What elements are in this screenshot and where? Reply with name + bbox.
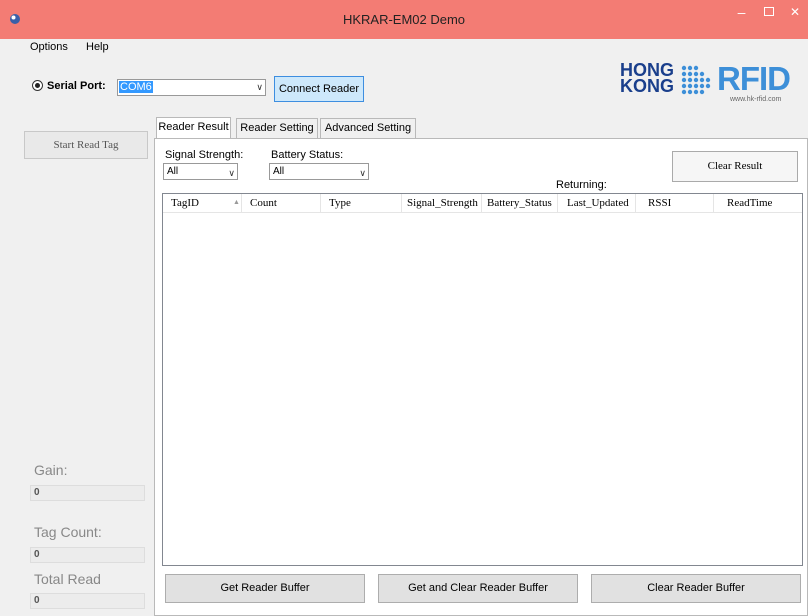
logo-url: www.hk-rfid.com (730, 96, 782, 103)
sort-ascending-icon: ▲ (233, 199, 240, 206)
battery-status-select[interactable]: All ∨ (269, 163, 369, 180)
maximize-button[interactable] (755, 2, 782, 22)
connect-reader-button[interactable]: Connect Reader (274, 76, 364, 102)
menu-help[interactable]: Help (86, 41, 109, 53)
tab-reader-setting[interactable]: Reader Setting (236, 118, 318, 138)
signal-strength-select[interactable]: All ∨ (163, 163, 238, 180)
signal-strength-label: Signal Strength: (165, 149, 244, 161)
tag-count-field: 0 (30, 547, 145, 563)
window-title: HKRAR-EM02 Demo (342, 12, 466, 27)
signal-strength-value: All (167, 166, 179, 177)
tag-count-label: Tag Count: (34, 524, 102, 540)
tab-advanced-setting[interactable]: Advanced Setting (320, 118, 416, 138)
logo-line2: KONG (620, 76, 674, 96)
chevron-down-icon: ∨ (359, 168, 366, 178)
battery-status-value: All (273, 166, 285, 177)
get-reader-buffer-button[interactable]: Get Reader Buffer (165, 574, 365, 603)
battery-status-label: Battery Status: (271, 149, 344, 161)
maximize-icon (763, 7, 774, 16)
serial-port-select[interactable]: COM6 ∨ (117, 79, 266, 96)
column-header-readtime[interactable]: ReadTime (727, 197, 772, 209)
minimize-button[interactable]: – (728, 2, 755, 22)
clear-result-button[interactable]: Clear Result (672, 151, 798, 182)
logo-brand: RFID (717, 60, 791, 97)
gain-field: 0 (30, 485, 145, 501)
column-header-battery-status[interactable]: Battery_Status (487, 197, 552, 209)
total-read-label: Total Read (34, 571, 101, 587)
serial-port-label: Serial Port: (47, 80, 106, 92)
tag-results-table[interactable]: TagID ▲ Count Type Signal_Strength Batte… (162, 193, 803, 566)
rfid-dots-icon (681, 65, 711, 95)
chevron-down-icon: ∨ (228, 168, 235, 178)
column-header-rssi[interactable]: RSSI (648, 197, 671, 209)
total-read-field: 0 (30, 593, 145, 609)
title-bar: HKRAR-EM02 Demo – ✕ (0, 0, 808, 39)
get-and-clear-reader-buffer-button[interactable]: Get and Clear Reader Buffer (378, 574, 578, 603)
table-header: TagID ▲ Count Type Signal_Strength Batte… (163, 194, 802, 213)
returning-label: Returning: (556, 179, 607, 191)
start-read-tag-button[interactable]: Start Read Tag (24, 131, 148, 159)
chevron-down-icon: ∨ (256, 82, 263, 92)
column-header-count[interactable]: Count (250, 197, 277, 209)
column-header-last-updated[interactable]: Last_Updated (567, 197, 629, 209)
column-header-type[interactable]: Type (329, 197, 351, 209)
serial-port-radio[interactable] (32, 80, 43, 91)
menu-bar: Options Help (0, 39, 808, 58)
company-logo: HONG KONG RFID www.hk-rfid.com (620, 60, 808, 108)
column-header-signal-strength[interactable]: Signal_Strength (407, 197, 478, 209)
tab-reader-result[interactable]: Reader Result (156, 117, 231, 139)
gain-label: Gain: (34, 462, 68, 478)
clear-reader-buffer-button[interactable]: Clear Reader Buffer (591, 574, 801, 603)
serial-port-value: COM6 (119, 81, 153, 93)
menu-options[interactable]: Options (30, 41, 68, 53)
close-button[interactable]: ✕ (782, 2, 808, 22)
column-header-tagid[interactable]: TagID (171, 197, 199, 209)
